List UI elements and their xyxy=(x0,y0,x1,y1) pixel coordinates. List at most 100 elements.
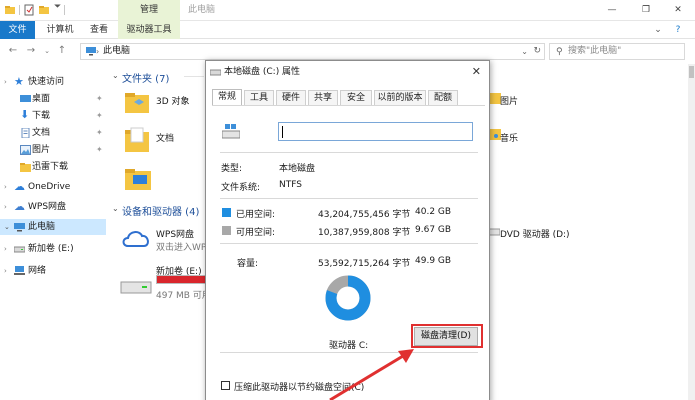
search-input[interactable]: ⚲ 搜索"此电脑" xyxy=(549,43,685,60)
devices-section-header[interactable]: 设备和驱动器 (4) xyxy=(122,203,199,218)
address-bar[interactable]: › 此电脑 ⌄ ↻ xyxy=(80,43,545,60)
sidebar-item-onedrive[interactable]: › ☁ OneDrive xyxy=(0,179,106,195)
address-dropdown-icon[interactable]: ⌄ xyxy=(521,44,528,59)
tab-tools[interactable]: 工具 xyxy=(244,90,274,105)
type-label: 类型: xyxy=(221,164,243,174)
breadcrumb-separator-icon: › xyxy=(96,47,100,56)
capacity-bytes: 53,592,715,264 字节 xyxy=(318,259,411,269)
close-window-button[interactable]: ✕ xyxy=(661,0,695,21)
up-arrow-icon[interactable]: ↑ xyxy=(55,43,69,59)
sidebar-item-label: 图片 xyxy=(32,145,51,155)
sidebar-item-downloads[interactable]: ⬇ 下载 ✦ xyxy=(0,108,106,124)
vertical-scrollbar[interactable] xyxy=(688,64,695,400)
tab-general[interactable]: 常规 xyxy=(212,89,242,106)
sidebar-item-quick-access[interactable]: › ★ 快速访问 xyxy=(0,74,106,90)
dialog-close-icon[interactable]: ✕ xyxy=(472,61,481,83)
folder-label-documents[interactable]: 文档 xyxy=(156,131,174,144)
address-row: ← → ⌄ ↑ › 此电脑 ⌄ ↻ ⚲ 搜索"此电脑" xyxy=(0,40,695,62)
chevron-right-icon[interactable]: › xyxy=(4,241,7,257)
chevron-down-icon[interactable]: ⌄ xyxy=(112,71,119,80)
sidebar-item-label: 文档 xyxy=(32,128,51,138)
chevron-down-icon[interactable]: ⌄ xyxy=(112,204,119,213)
folder-label-music[interactable]: 音乐 xyxy=(500,131,518,144)
back-arrow-icon[interactable]: ← xyxy=(6,43,20,59)
volume-e-drive-icon[interactable] xyxy=(120,276,152,296)
properties-icon[interactable] xyxy=(23,4,35,16)
annotation-arrow-icon xyxy=(329,349,414,400)
collapse-ribbon-icon[interactable]: ⌄ xyxy=(650,21,666,39)
forward-arrow-icon[interactable]: → xyxy=(24,43,38,59)
pin-icon[interactable]: ✦ xyxy=(96,91,103,107)
explorer-app-icon xyxy=(5,6,15,14)
explorer-titlebar: ⏷ 管理 此电脑 — ❐ ✕ xyxy=(0,0,695,21)
drive-name-input[interactable] xyxy=(278,122,473,141)
chevron-right-icon[interactable]: › xyxy=(4,263,7,279)
capacity-label: 容量: xyxy=(237,259,259,269)
separator xyxy=(220,152,478,153)
sidebar-item-label: 此电脑 xyxy=(28,222,56,232)
tab-security[interactable]: 安全 xyxy=(340,90,372,105)
desktop-folder-icon[interactable] xyxy=(124,166,152,192)
sidebar-item-label: 桌面 xyxy=(32,94,51,104)
chevron-right-icon[interactable]: › xyxy=(4,179,7,195)
chevron-right-icon[interactable]: › xyxy=(4,199,7,215)
minimize-button[interactable]: — xyxy=(595,0,629,21)
sidebar-item-this-pc[interactable]: ⌄ 此电脑 xyxy=(0,219,106,235)
chevron-down-icon[interactable]: ⌄ xyxy=(4,219,10,235)
desktop-icon xyxy=(20,95,31,102)
tab-quota[interactable]: 配额 xyxy=(428,90,458,105)
sidebar-item-network[interactable]: › 网络 xyxy=(0,263,106,279)
tab-sharing[interactable]: 共享 xyxy=(308,90,338,105)
volume-e-usage-fill xyxy=(157,276,205,283)
tab-computer[interactable]: 计算机 xyxy=(40,21,80,39)
type-value: 本地磁盘 xyxy=(279,164,316,174)
tab-drive-tools[interactable]: 驱动器工具 xyxy=(118,21,180,39)
maximize-button[interactable]: ❐ xyxy=(629,0,663,21)
toolbar-separator xyxy=(64,5,65,15)
star-icon: ★ xyxy=(14,75,24,88)
volume-e-usage-bar xyxy=(156,275,206,284)
free-space-bytes: 10,387,959,808 字节 xyxy=(318,228,411,238)
documents-folder-icon[interactable] xyxy=(124,126,150,154)
folder-label-3d-objects[interactable]: 3D 对象 xyxy=(156,94,190,107)
compress-drive-checkbox[interactable] xyxy=(221,381,230,390)
tab-view[interactable]: 查看 xyxy=(82,21,116,39)
sidebar-item-volume-e[interactable]: › 新加卷 (E:) xyxy=(0,241,106,257)
pin-icon[interactable]: ✦ xyxy=(96,125,103,141)
sidebar-item-label: 网络 xyxy=(28,266,47,276)
computer-icon xyxy=(14,223,25,232)
new-folder-icon[interactable] xyxy=(38,4,50,16)
pin-icon[interactable]: ✦ xyxy=(96,142,103,158)
used-space-bytes: 43,204,755,456 字节 xyxy=(318,210,411,220)
sidebar-item-thunder-downloads[interactable]: 迅雷下载 xyxy=(0,159,106,175)
tab-hardware[interactable]: 硬件 xyxy=(276,90,306,105)
refresh-icon[interactable]: ↻ xyxy=(533,44,541,59)
sidebar-item-desktop[interactable]: 桌面 ✦ xyxy=(0,91,106,107)
recent-locations-icon[interactable]: ⌄ xyxy=(40,43,54,59)
pin-icon[interactable]: ✦ xyxy=(96,108,103,124)
sidebar-item-label: 快速访问 xyxy=(28,77,65,87)
sidebar-item-documents[interactable]: 文档 ✦ xyxy=(0,125,106,141)
folder-label-pictures[interactable]: 图片 xyxy=(500,94,518,107)
used-space-label: 已用空间: xyxy=(236,210,276,220)
tab-file[interactable]: 文件 xyxy=(0,21,35,39)
search-placeholder: 搜索"此电脑" xyxy=(568,46,622,56)
folder-icon xyxy=(20,163,31,172)
sidebar-item-pictures[interactable]: 图片 ✦ xyxy=(0,142,106,158)
sidebar-item-wps-drive[interactable]: › ☁ WPS网盘 xyxy=(0,199,106,215)
wps-cloud-drive-icon[interactable] xyxy=(120,226,152,250)
download-icon: ⬇ xyxy=(20,108,30,121)
chevron-right-icon[interactable]: › xyxy=(4,74,7,90)
tab-previous-versions[interactable]: 以前的版本 xyxy=(374,90,426,105)
3d-objects-folder-icon[interactable] xyxy=(124,90,150,114)
dialog-titlebar[interactable]: 本地磁盘 (C:) 属性 ✕ xyxy=(206,61,489,83)
free-space-label: 可用空间: xyxy=(236,228,276,238)
wps-drive-name[interactable]: WPS网盘 xyxy=(156,227,194,240)
capacity-gb: 49.9 GB xyxy=(415,256,452,266)
scrollbar-thumb[interactable] xyxy=(689,66,694,78)
folders-section-header[interactable]: 文件夹 (7) xyxy=(122,70,169,85)
help-icon[interactable]: ? xyxy=(668,21,688,39)
drive-title-icon xyxy=(210,69,221,76)
dvd-drive-name[interactable]: DVD 驱动器 (D:) xyxy=(500,227,570,240)
document-icon xyxy=(21,128,30,138)
